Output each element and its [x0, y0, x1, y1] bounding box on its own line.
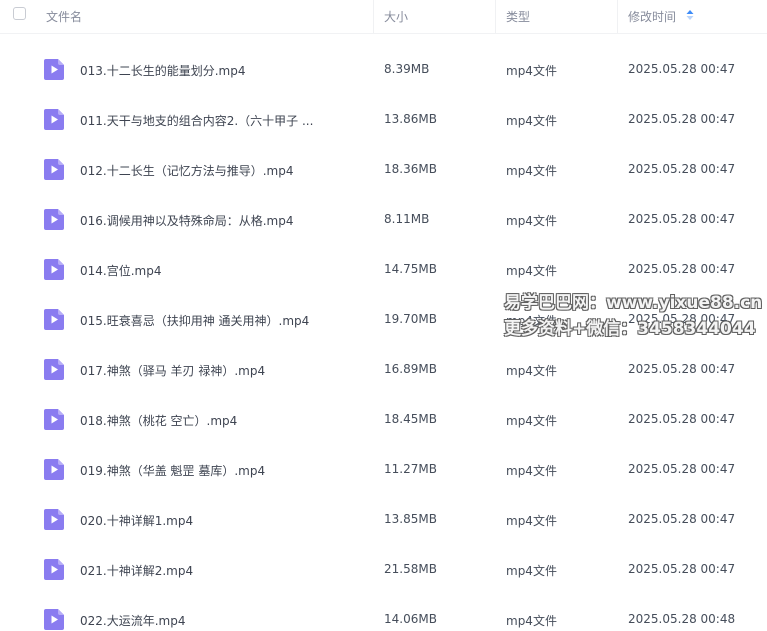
file-corner: [58, 59, 64, 65]
column-header-name[interactable]: 文件名: [46, 8, 82, 25]
video-file-icon: [44, 459, 64, 480]
column-header-modified-time[interactable]: 修改时间: [628, 8, 676, 25]
table-row[interactable]: 017.神煞（驿马 羊刃 禄神）.mp4 16.89MB mp4文件 2025.05.…: [0, 348, 767, 398]
file-size: 8.11MB: [384, 212, 430, 226]
file-corner: [58, 509, 64, 515]
file-name[interactable]: 013.十二长生的能量划分.mp4: [80, 62, 245, 79]
file-type: mp4文件: [506, 614, 557, 628]
video-file-icon: [44, 159, 64, 180]
file-name[interactable]: 016.调候用神以及特殊命局：从格.mp4: [80, 212, 293, 229]
column-header-type[interactable]: 类型: [506, 8, 530, 25]
file-name[interactable]: 015.旺衰喜忌（扶抑用神 通关用神）.mp4: [80, 312, 309, 329]
file-name[interactable]: 020.十神详解1.mp4: [80, 512, 193, 529]
table-row[interactable]: 020.十神详解1.mp4 13.85MB mp4文件 2025.05.28 00:4…: [0, 498, 767, 548]
file-corner: [58, 159, 64, 165]
list-header: 文件名 大小 类型 修改时间: [0, 0, 767, 34]
file-corner: [58, 109, 64, 115]
table-row[interactable]: 016.调候用神以及特殊命局：从格.mp4 8.11MB mp4文件 2025.05.…: [0, 198, 767, 248]
modified-time: 2025.05.28 00:47: [628, 412, 736, 426]
video-file-icon: [44, 259, 64, 280]
video-file-icon: [44, 59, 64, 80]
file-corner: [58, 259, 64, 265]
file-corner: [58, 559, 64, 565]
video-file-icon: [44, 609, 64, 630]
modified-time: 2025.05.28 00:47: [628, 362, 736, 376]
file-size: 11.27MB: [384, 462, 437, 476]
file-name[interactable]: 021.十神详解2.mp4: [80, 562, 193, 579]
table-row[interactable]: 022.大运流年.mp4 14.06MB mp4文件 2025.05.28 00:48: [0, 598, 767, 631]
file-size: 13.85MB: [384, 512, 437, 526]
file-size: 14.75MB: [384, 262, 437, 276]
file-type: mp4文件: [506, 464, 557, 478]
video-file-icon: [44, 559, 64, 580]
file-name[interactable]: 019.神煞（华盖 魁罡 墓库）.mp4: [80, 462, 265, 479]
column-divider: [495, 0, 496, 33]
table-row[interactable]: 021.十神详解2.mp4 21.58MB mp4文件 2025.05.28 00:4…: [0, 548, 767, 598]
file-type: mp4文件: [506, 414, 557, 428]
video-file-icon: [44, 109, 64, 130]
file-type: mp4文件: [506, 164, 557, 178]
file-size: 13.86MB: [384, 112, 437, 126]
modified-time: 2025.05.28 00:47: [628, 162, 736, 176]
file-name[interactable]: 011.天干与地支的组合内容2.（六十甲子 ...: [80, 112, 313, 129]
modified-time: 2025.05.28 00:47: [628, 562, 736, 576]
file-size: 14.06MB: [384, 612, 437, 626]
modified-time: 2025.05.28 00:48: [628, 612, 736, 626]
video-file-icon: [44, 509, 64, 530]
file-type: mp4文件: [506, 514, 557, 528]
file-corner: [58, 609, 64, 615]
column-divider: [373, 0, 374, 33]
file-type: mp4文件: [506, 64, 557, 78]
watermark-line: 易学巴巴网：www.yixue88.cn: [504, 293, 763, 313]
file-type: mp4文件: [506, 564, 557, 578]
watermark-line: 更多资料+微信：3458344044: [504, 319, 756, 339]
table-row[interactable]: 019.神煞（华盖 魁罡 墓库）.mp4 11.27MB mp4文件 2025.05.…: [0, 448, 767, 498]
file-name[interactable]: 017.神煞（驿马 羊刃 禄神）.mp4: [80, 362, 265, 379]
file-list-page: 文件名 大小 类型 修改时间 013.十二长生的能量划分.mp4 8.39MB mp…: [0, 0, 767, 631]
file-name[interactable]: 012.十二长生（记忆方法与推导）.mp4: [80, 162, 293, 179]
file-size: 21.58MB: [384, 562, 437, 576]
modified-time: 2025.05.28 00:47: [628, 212, 736, 226]
table-row[interactable]: 013.十二长生的能量划分.mp4 8.39MB mp4文件 2025.05.28 0…: [0, 48, 767, 98]
video-file-icon: [44, 409, 64, 430]
modified-time: 2025.05.28 00:47: [628, 462, 736, 476]
file-size: 18.45MB: [384, 412, 437, 426]
file-corner: [58, 359, 64, 365]
video-file-icon: [44, 359, 64, 380]
watermark: 易学巴巴网：www.yixue88.cn 更多资料+微信：3458344044: [504, 290, 762, 342]
sort-icon[interactable]: [686, 9, 694, 21]
file-corner: [58, 209, 64, 215]
file-size: 8.39MB: [384, 62, 430, 76]
column-header-size[interactable]: 大小: [384, 8, 408, 25]
file-name[interactable]: 022.大运流年.mp4: [80, 612, 185, 629]
modified-time: 2025.05.28 00:47: [628, 112, 736, 126]
file-size: 18.36MB: [384, 162, 437, 176]
file-name[interactable]: 014.宫位.mp4: [80, 262, 161, 279]
file-type: mp4文件: [506, 114, 557, 128]
file-type: mp4文件: [506, 364, 557, 378]
table-row[interactable]: 012.十二长生（记忆方法与推导）.mp4 18.36MB mp4文件 2025.05…: [0, 148, 767, 198]
file-corner: [58, 409, 64, 415]
video-file-icon: [44, 309, 64, 330]
file-name[interactable]: 018.神煞（桃花 空亡）.mp4: [80, 412, 237, 429]
file-type: mp4文件: [506, 214, 557, 228]
file-corner: [58, 309, 64, 315]
file-corner: [58, 459, 64, 465]
modified-time: 2025.05.28 00:47: [628, 512, 736, 526]
file-size: 19.70MB: [384, 312, 437, 326]
table-row[interactable]: 011.天干与地支的组合内容2.（六十甲子 ... 13.86MB mp4文件 202…: [0, 98, 767, 148]
select-all-checkbox[interactable]: [13, 7, 26, 20]
modified-time: 2025.05.28 00:47: [628, 262, 736, 276]
video-file-icon: [44, 209, 64, 230]
modified-time: 2025.05.28 00:47: [628, 62, 736, 76]
column-divider: [617, 0, 618, 33]
file-size: 16.89MB: [384, 362, 437, 376]
table-row[interactable]: 018.神煞（桃花 空亡）.mp4 18.45MB mp4文件 2025.05.28 …: [0, 398, 767, 448]
file-type: mp4文件: [506, 264, 557, 278]
